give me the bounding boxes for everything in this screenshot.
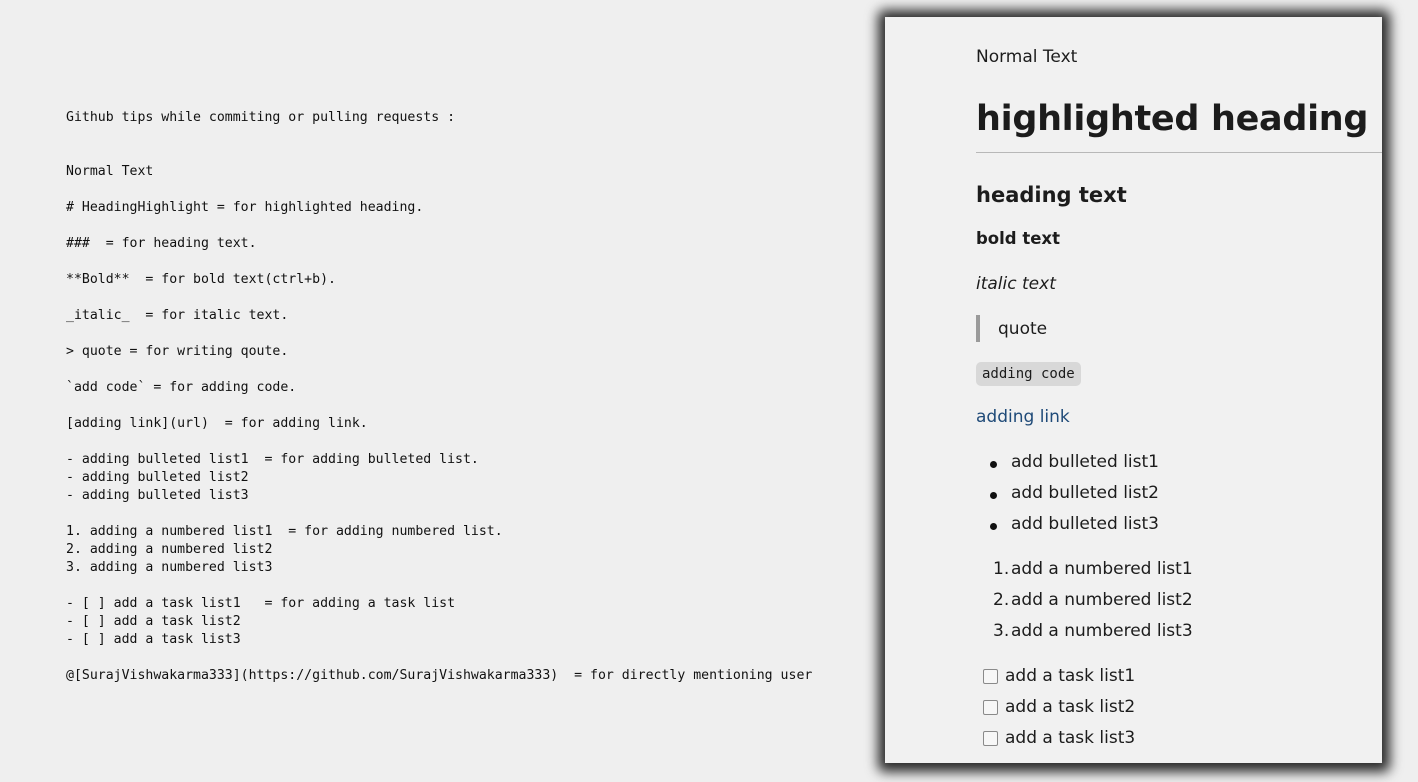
source-line-quote: > quote = for writing qoute. <box>66 344 289 359</box>
numbered-list-text: add a numbered list3 <box>1011 621 1193 641</box>
quote-bar <box>976 315 980 342</box>
source-line-mention: @[SurajVishwakarma333](https://github.co… <box>66 668 813 683</box>
source-line-link: [adding link](url) = for adding link. <box>66 416 368 431</box>
source-header: Github tips while commiting or pulling r… <box>66 110 456 125</box>
preview-bold-text: bold text <box>976 229 1060 248</box>
preview-quote: quote <box>998 319 1048 339</box>
bulleted-list-text: add bulleted list3 <box>1011 514 1159 534</box>
markdown-preview-pane: Normal Text highlighted heading heading … <box>885 17 1382 763</box>
source-line-numbered: 2. adding a numbered list2 <box>66 542 273 557</box>
task-list-text: add a task list2 <box>1005 697 1136 717</box>
task-checkbox[interactable] <box>983 700 998 715</box>
source-line-bold: **Bold** = for bold text(ctrl+b). <box>66 272 336 287</box>
task-list-text: add a task list1 <box>1005 666 1136 686</box>
source-line-heading: ### = for heading text. <box>66 236 257 251</box>
preview-highlighted-heading: highlighted heading <box>976 99 1369 139</box>
preview-normal-text: Normal Text <box>976 47 1078 67</box>
task-checkbox[interactable] <box>983 731 998 746</box>
task-list-text: add a task list3 <box>1005 728 1136 748</box>
bullet-icon <box>990 492 997 499</box>
source-line-task: - [ ] add a task list2 <box>66 614 241 629</box>
numbered-list-text: add a numbered list2 <box>1011 590 1193 610</box>
numbered-list-text: add a numbered list1 <box>1011 559 1193 579</box>
source-line-bullet: - adding bulleted list1 = for adding bul… <box>66 452 479 467</box>
source-line-numbered: 3. adding a numbered list3 <box>66 560 273 575</box>
heading-divider <box>976 152 1382 153</box>
markdown-source-pane: Github tips while commiting or pulling r… <box>0 0 870 782</box>
source-line-bullet: - adding bulleted list3 <box>66 488 249 503</box>
numbered-list-index: 3. <box>993 621 1010 641</box>
preview-link[interactable]: adding link <box>976 407 1070 427</box>
source-line-bullet: - adding bulleted list2 <box>66 470 249 485</box>
bullet-icon <box>990 461 997 468</box>
source-line-normal: Normal Text <box>66 164 154 179</box>
numbered-list-index: 1. <box>993 559 1010 579</box>
source-line-italic: _italic_ = for italic text. <box>66 308 289 323</box>
source-line-code: `add code` = for adding code. <box>66 380 297 395</box>
source-line-numbered: 1. adding a numbered list1 = for adding … <box>66 524 503 539</box>
preview-italic-text: italic text <box>976 274 1056 294</box>
preview-heading-text: heading text <box>976 183 1127 207</box>
bulleted-list-text: add bulleted list1 <box>1011 452 1159 472</box>
task-checkbox[interactable] <box>983 669 998 684</box>
bullet-icon <box>990 523 997 530</box>
numbered-list-index: 2. <box>993 590 1010 610</box>
source-line-task: - [ ] add a task list1 = for adding a ta… <box>66 596 456 611</box>
preview-inline-code: adding code <box>976 362 1081 386</box>
source-line-task: - [ ] add a task list3 <box>66 632 241 647</box>
source-line-heading-highlight: # HeadingHighlight = for highlighted hea… <box>66 200 424 215</box>
bulleted-list-text: add bulleted list2 <box>1011 483 1159 503</box>
